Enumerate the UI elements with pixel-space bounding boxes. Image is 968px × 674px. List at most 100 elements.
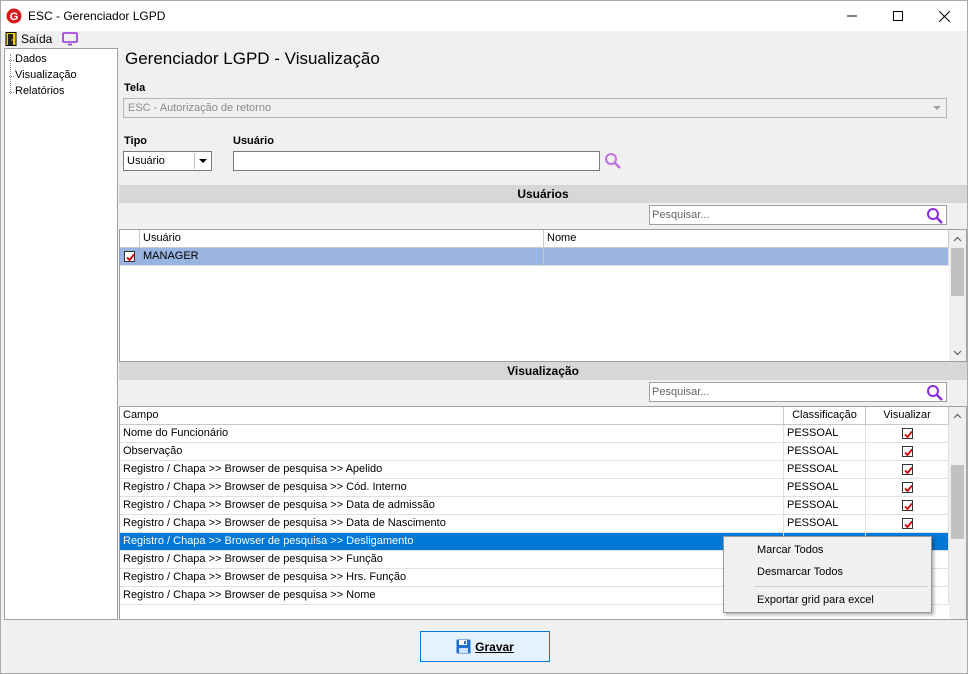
visualizar-checkbox[interactable] — [902, 482, 913, 493]
cell-visualizar — [866, 479, 949, 497]
scrollbar-thumb[interactable] — [951, 465, 964, 539]
menu-separator — [754, 586, 928, 587]
table-row[interactable]: Registro / Chapa >> Browser de pesquisa … — [120, 461, 949, 479]
minimize-icon — [847, 15, 857, 17]
tipo-label: Tipo — [124, 135, 148, 147]
tipo-select-value: Usuário — [127, 155, 165, 167]
cell-classificacao: PESSOAL — [784, 461, 866, 479]
table-row[interactable]: Registro / Chapa >> Browser de pesquisa … — [120, 497, 949, 515]
table-row[interactable]: Registro / Chapa >> Browser de pesquisa … — [120, 479, 949, 497]
chevron-down-icon — [933, 106, 941, 110]
maximize-button[interactable] — [875, 1, 921, 31]
usuarios-search-input[interactable] — [652, 208, 922, 222]
tela-select: ESC - Autorização de retorno — [123, 98, 947, 118]
tree-item-dados[interactable]: Dados — [9, 53, 47, 65]
cell-campo: Registro / Chapa >> Browser de pesquisa … — [120, 533, 784, 551]
cell-usuario: MANAGER — [140, 248, 544, 266]
cell-campo: Registro / Chapa >> Browser de pesquisa … — [120, 497, 784, 515]
cell-campo: Registro / Chapa >> Browser de pesquisa … — [120, 587, 784, 605]
scroll-down-button[interactable] — [949, 344, 966, 361]
checkmark-icon — [904, 502, 913, 511]
menu-bar: Saída — [1, 31, 967, 47]
visualizacao-search-input[interactable] — [652, 385, 922, 399]
chevron-up-icon — [953, 236, 962, 241]
cell-classificacao: PESSOAL — [784, 497, 866, 515]
cell-visualizar — [866, 443, 949, 461]
cell-visualizar — [866, 461, 949, 479]
cell-campo: Registro / Chapa >> Browser de pesquisa … — [120, 461, 784, 479]
exit-door-icon[interactable] — [5, 32, 17, 46]
table-row[interactable]: MANAGER — [120, 248, 949, 266]
table-row[interactable]: Observação PESSOAL — [120, 443, 949, 461]
checkmark-icon — [904, 484, 913, 493]
usuario-input[interactable] — [233, 151, 600, 171]
save-button-label: Gravar — [475, 639, 514, 654]
cell-visualizar — [866, 497, 949, 515]
tree-item-visualizacao[interactable]: Visualização — [9, 69, 77, 81]
checkmark-icon — [126, 253, 135, 262]
visualizacao-search-box[interactable] — [649, 382, 947, 402]
cell-visualizar — [866, 425, 949, 443]
vis-grid-header-classificacao[interactable]: Classificação — [784, 407, 866, 425]
monitor-icon[interactable] — [62, 32, 78, 46]
usuarios-grid-header-nome[interactable]: Nome — [544, 230, 949, 248]
vis-grid-header-visualizar[interactable]: Visualizar — [866, 407, 949, 425]
vis-grid-header-campo[interactable]: Campo — [120, 407, 784, 425]
checkmark-icon — [904, 466, 913, 475]
table-row[interactable]: Registro / Chapa >> Browser de pesquisa … — [120, 515, 949, 533]
svg-text:G: G — [10, 11, 19, 23]
visualizacao-section-header: Visualização — [119, 362, 967, 380]
cell-visualizar — [866, 515, 949, 533]
menu-item-marcar-todos[interactable]: Marcar Todos — [757, 544, 823, 556]
cell-classificacao: PESSOAL — [784, 443, 866, 461]
cell-campo: Observação — [120, 443, 784, 461]
application-window: G ESC - Gerenciador LGPD Saída Dados Vis… — [0, 0, 968, 674]
usuario-label: Usuário — [233, 135, 274, 147]
cell-classificacao: PESSOAL — [784, 425, 866, 443]
title-bar[interactable]: G ESC - Gerenciador LGPD — [1, 1, 967, 31]
visualizar-checkbox[interactable] — [902, 518, 913, 529]
search-icon[interactable] — [604, 152, 622, 170]
page-title: Gerenciador LGPD - Visualização — [125, 49, 380, 68]
context-menu: Marcar Todos Desmarcar Todos Exportar gr… — [723, 536, 932, 613]
scroll-up-button[interactable] — [949, 407, 966, 424]
search-icon[interactable] — [926, 384, 944, 402]
cell-campo: Registro / Chapa >> Browser de pesquisa … — [120, 479, 784, 497]
usuarios-search-box[interactable] — [649, 205, 947, 225]
app-logo-icon: G — [6, 8, 22, 24]
menu-item-exportar-excel[interactable]: Exportar grid para excel — [757, 594, 874, 606]
minimize-button[interactable] — [829, 1, 875, 31]
menu-item-desmarcar-todos[interactable]: Desmarcar Todos — [757, 566, 843, 578]
cell-classificacao: PESSOAL — [784, 479, 866, 497]
table-row[interactable]: Nome do Funcionário PESSOAL — [120, 425, 949, 443]
visualizar-checkbox[interactable] — [902, 464, 913, 475]
cell-nome — [544, 248, 949, 266]
close-button[interactable] — [921, 1, 967, 31]
usuarios-grid: Usuário Nome MANAGER — [119, 229, 967, 362]
vis-grid-scrollbar[interactable] — [949, 407, 966, 619]
scroll-up-button[interactable] — [949, 230, 966, 247]
cell-campo: Registro / Chapa >> Browser de pesquisa … — [120, 515, 784, 533]
scrollbar-thumb[interactable] — [951, 248, 964, 296]
window-title: ESC - Gerenciador LGPD — [28, 9, 166, 23]
checkmark-icon — [904, 448, 913, 457]
checkmark-icon — [904, 520, 913, 529]
floppy-disk-icon — [456, 639, 471, 654]
search-icon[interactable] — [926, 207, 944, 225]
usuarios-section-header: Usuários — [119, 185, 967, 203]
usuarios-grid-scrollbar[interactable] — [949, 230, 966, 361]
row-checkbox[interactable] — [124, 251, 135, 262]
navigation-tree: Dados Visualização Relatórios — [4, 48, 118, 620]
exit-menu-item[interactable]: Saída — [21, 32, 52, 46]
tipo-dropdown-button[interactable] — [194, 153, 210, 169]
tipo-select[interactable]: Usuário — [123, 151, 212, 171]
visualizar-checkbox[interactable] — [902, 446, 913, 457]
visualizar-checkbox[interactable] — [902, 500, 913, 511]
save-button[interactable]: Gravar — [420, 631, 550, 662]
tree-item-relatorios[interactable]: Relatórios — [9, 85, 65, 97]
cell-campo: Registro / Chapa >> Browser de pesquisa … — [120, 569, 784, 587]
chevron-up-icon — [953, 413, 962, 418]
visualizar-checkbox[interactable] — [902, 428, 913, 439]
usuarios-grid-header-usuario[interactable]: Usuário — [140, 230, 544, 248]
maximize-icon — [893, 11, 903, 21]
